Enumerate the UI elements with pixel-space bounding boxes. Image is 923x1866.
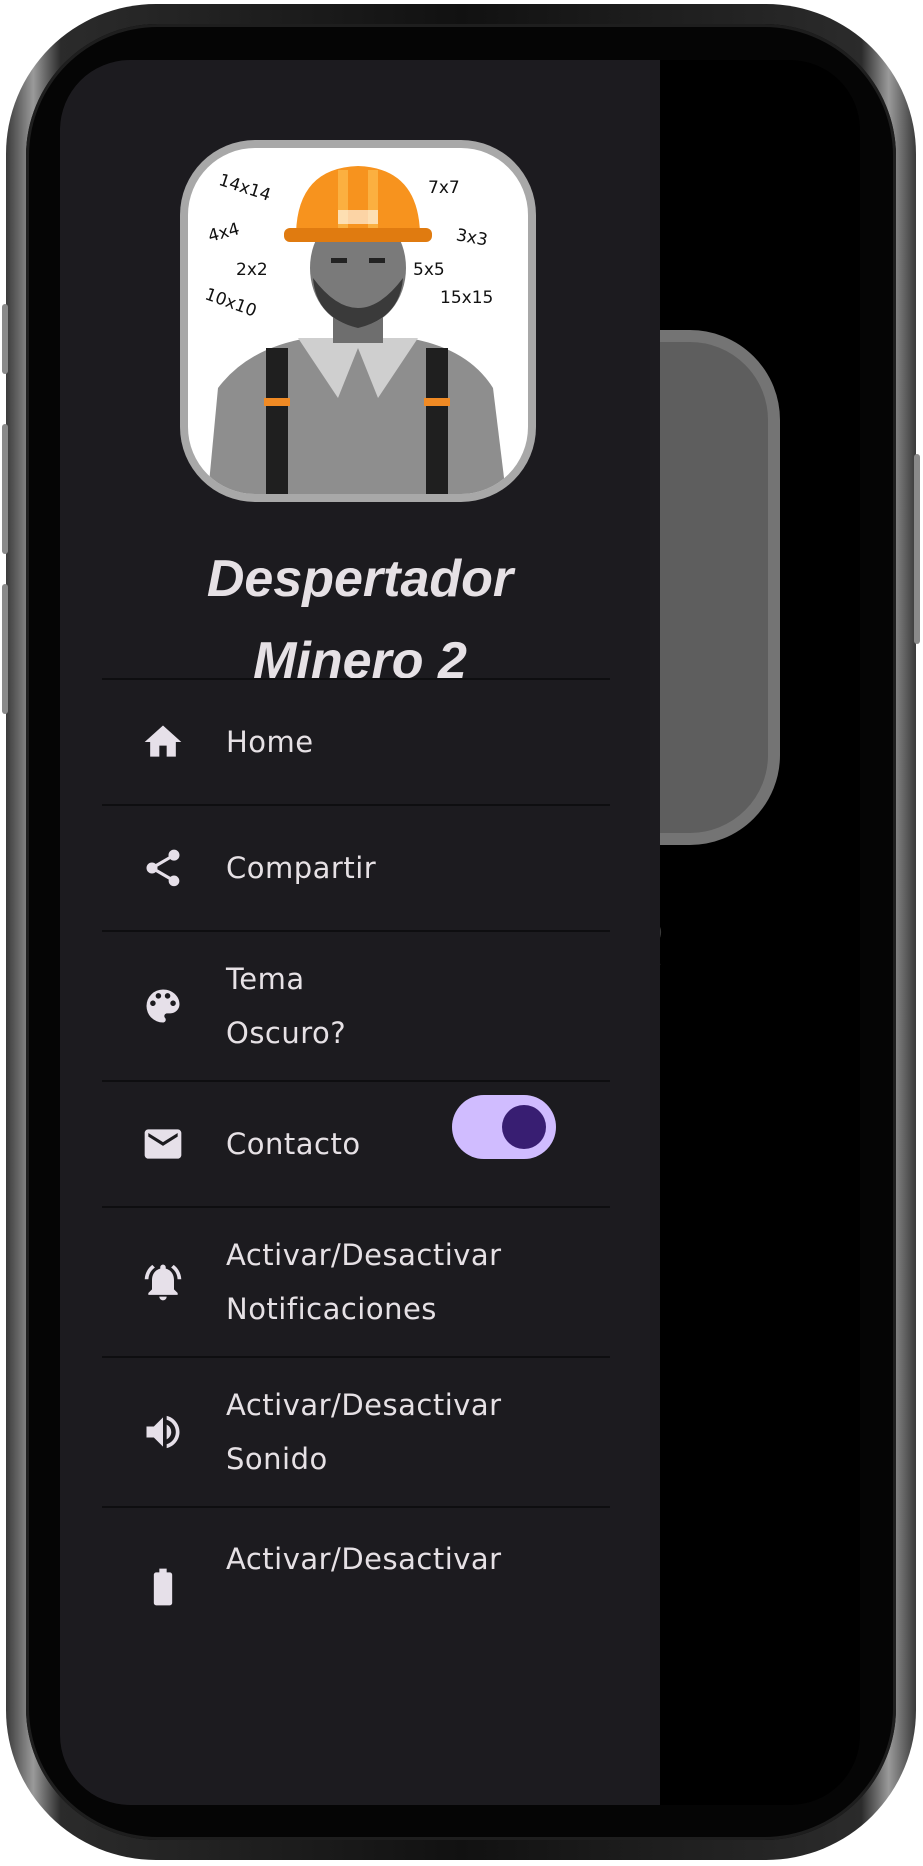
- mail-icon: [138, 1119, 188, 1169]
- navigation-drawer: 14x14 7x7 4x4 3x3 2x2 5x5 10x10 15x15 De…: [60, 60, 660, 1805]
- drawer-item-contact[interactable]: Contacto: [102, 1082, 610, 1206]
- volume-up-button: [2, 424, 8, 554]
- app-title-line1: Despertador: [206, 550, 514, 608]
- palette-icon: [138, 981, 188, 1031]
- drawer-item-label: Contacto: [226, 1127, 361, 1161]
- drawer-item-partial[interactable]: Activar/Desactivar: [102, 1508, 610, 1632]
- notifications-active-icon: [138, 1257, 188, 1307]
- share-icon: [138, 843, 188, 893]
- app-logo: 14x14 7x7 4x4 3x3 2x2 5x5 10x10 15x15: [180, 140, 536, 502]
- label-line: Tema: [226, 962, 305, 996]
- label-line: Notificaciones: [226, 1292, 437, 1326]
- drawer-item-label: Activar/Desactivar Notificaciones: [226, 1228, 502, 1336]
- battery-icon: [138, 1562, 188, 1612]
- drawer-item-notifications[interactable]: Activar/Desactivar Notificaciones: [102, 1208, 610, 1356]
- volume-down-button: [2, 584, 8, 714]
- miner-logo-image: 14x14 7x7 4x4 3x3 2x2 5x5 10x10 15x15: [188, 148, 528, 494]
- miner-illustration: [208, 166, 506, 494]
- drawer-item-share[interactable]: Compartir: [102, 806, 610, 930]
- home-icon: [138, 717, 188, 767]
- drawer-item-label: Tema Oscuro?: [226, 952, 346, 1060]
- label-line: Activar/Desactivar: [226, 1388, 502, 1422]
- drawer-item-dark-theme[interactable]: Tema Oscuro?: [102, 932, 610, 1080]
- drawer-item-label: Activar/Desactivar: [226, 1542, 502, 1576]
- drawer-item-label: Compartir: [226, 851, 377, 885]
- volume-up-icon: [138, 1407, 188, 1457]
- power-button: [914, 454, 920, 644]
- label-line: Sonido: [226, 1442, 328, 1476]
- label-line: Activar/Desactivar: [226, 1238, 502, 1272]
- drawer-item-label: Activar/Desactivar Sonido: [226, 1378, 502, 1486]
- label-line: Oscuro?: [226, 1016, 347, 1050]
- mute-switch: [2, 304, 8, 374]
- drawer-item-sound[interactable]: Activar/Desactivar Sonido: [102, 1358, 610, 1506]
- drawer-item-home[interactable]: Home: [102, 680, 610, 804]
- drawer-item-label: Home: [226, 725, 314, 759]
- screen: 3 15 R 14x14 7x7 4x4 3x3 2x2 5x5 10x10 1…: [60, 60, 860, 1805]
